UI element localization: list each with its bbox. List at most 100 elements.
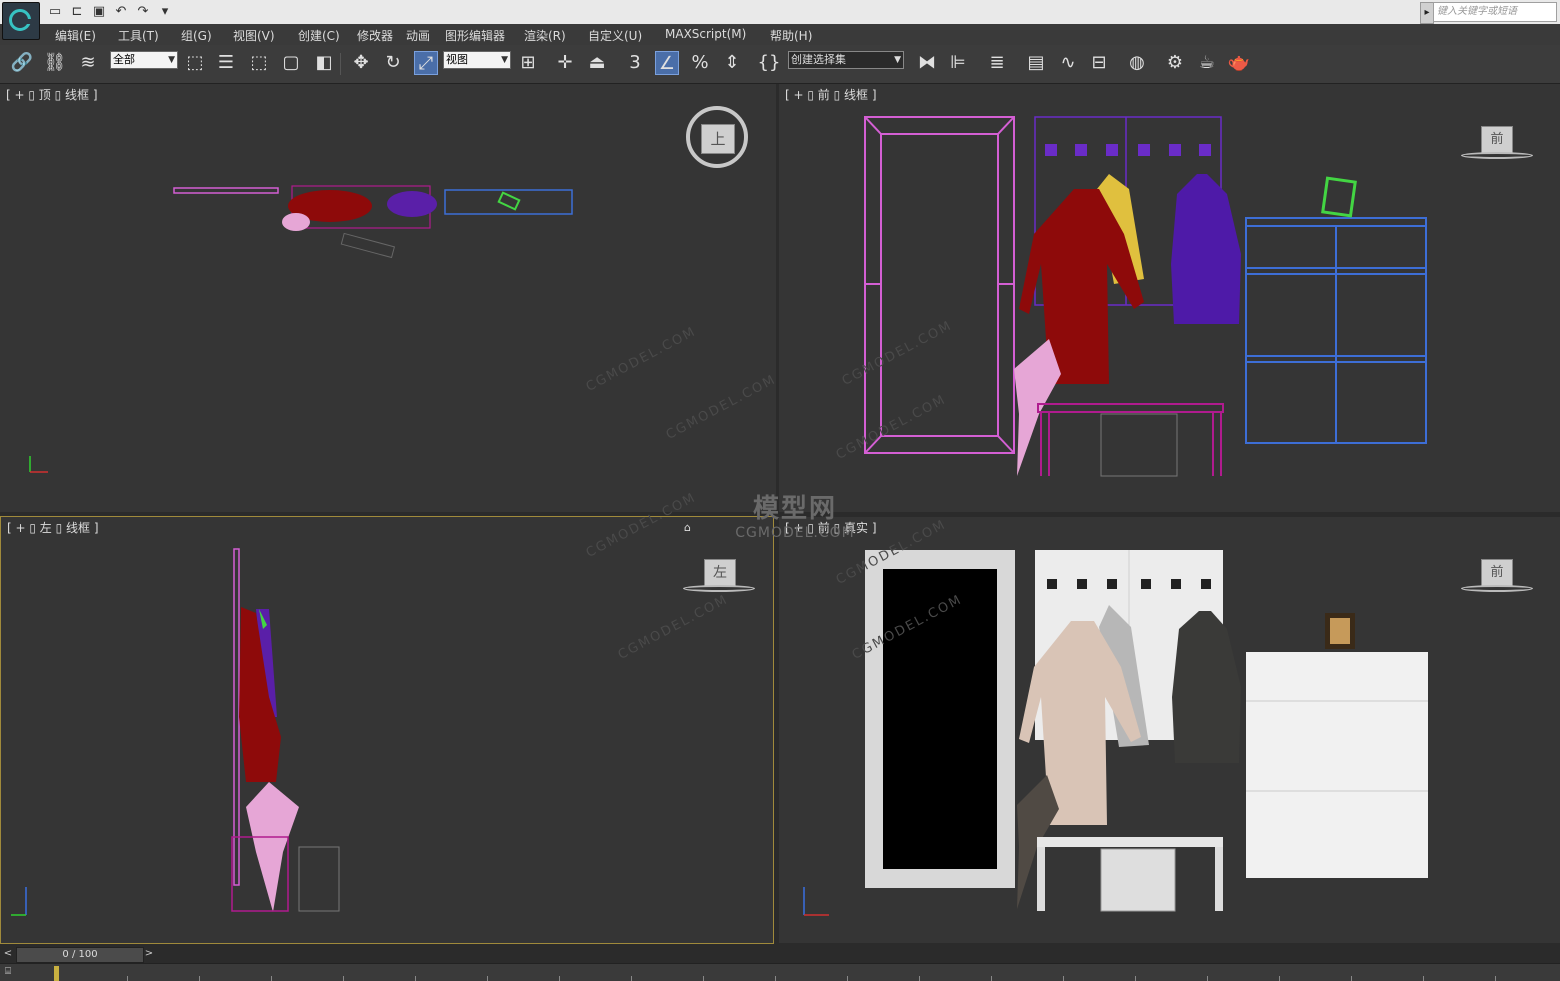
unlink-icon[interactable]: ⛓ [43,51,67,75]
app-logo-icon[interactable] [2,2,40,40]
snaps-toggle-icon[interactable]: 3 [623,51,647,75]
top-cabinet-wire [444,189,573,215]
time-prev-icon[interactable]: < [2,947,14,961]
search-expand-icon[interactable]: ▸ [1420,2,1434,24]
viewport-left[interactable]: [ + ▯ 左 ▯ 线框 ] 左 ⌂ [0,516,774,944]
select-manipulate-icon[interactable]: ✛ [553,51,577,75]
angle-snap-icon[interactable]: ∠ [655,51,679,75]
select-and-move-toggle-icon[interactable]: ◧ [312,51,336,75]
watermark-logo: 模型网 CGMODEL.COM [730,438,860,541]
schematic-view-icon[interactable]: ⊟ [1087,51,1111,75]
top-umbrella-pink [282,213,310,231]
menu-maxscript[interactable]: MAXScript(M) [665,27,746,41]
select-and-move-icon[interactable]: ✥ [349,51,373,75]
layer-manager-icon[interactable]: ≣ [985,51,1009,75]
viewcube-realistic[interactable]: 前 [1481,559,1513,587]
select-object-icon[interactable]: ⬚ [183,51,207,75]
selection-filter-dropdown[interactable]: 全部 ▼ [110,51,178,69]
select-by-name-icon[interactable]: ☰ [214,51,238,75]
top-bag-wire [340,232,396,259]
real-mirror-glass [883,569,997,869]
spinner-snap-icon[interactable]: ⇕ [720,51,744,75]
time-next-icon[interactable]: > [143,947,155,961]
curve-editor-icon[interactable]: ∿ [1056,51,1080,75]
menu-modifiers[interactable]: 修改器 [357,27,393,44]
percent-snap-icon[interactable]: % [688,51,712,75]
viewcube-realistic-ring[interactable] [1461,585,1533,592]
undo-icon[interactable]: ↶ [112,3,130,21]
render-production-icon[interactable]: 🫖 [1227,51,1251,75]
open-file-icon[interactable]: ⊏ [68,3,86,21]
pivot-center-icon[interactable]: ⊞ [516,51,540,75]
window-crossing-icon[interactable]: ▢ [279,51,303,75]
save-icon[interactable]: ▣ [90,3,108,21]
viewcube-left-ring[interactable] [683,585,755,592]
front-bench-wire [1037,403,1224,476]
front-bag-wire [1100,413,1178,477]
menu-animation[interactable]: 动画 [406,27,430,44]
viewcube-left[interactable]: 左 [704,559,736,587]
menu-bar: 编辑(E) 工具(T) 组(G) 视图(V) 创建(C) 修改器 动画 图形编辑… [0,24,1560,45]
select-and-rotate-icon[interactable]: ↻ [381,51,405,75]
left-mirror-wire [233,548,240,886]
link-icon[interactable]: 🔗 [10,51,34,75]
watermark-logo-cn: 模型网 [752,494,837,524]
edit-named-selection-icon[interactable]: {} [757,51,781,75]
new-file-icon[interactable]: ▭ [46,3,64,21]
menu-views[interactable]: 视图(V) [233,27,275,44]
title-bar: ▭ ⊏ ▣ ↶ ↷ ▾ ▸ 键入关键字或短语 [0,0,1560,25]
menu-help[interactable]: 帮助(H) [770,27,812,44]
rendered-frame-window-icon[interactable]: ☕ [1195,51,1219,75]
reference-coordinate-dropdown[interactable]: 视图 ▼ [443,51,511,69]
qat-dropdown-icon[interactable]: ▾ [156,3,174,21]
viewport-front[interactable]: [ + ▯ 前 ▯ 线框 ] 前 [779,84,1560,512]
menu-rendering[interactable]: 渲染(R) [524,27,566,44]
timeline-toggle-icon[interactable]: ⌸ [5,966,11,977]
viewcube-front[interactable]: 前 [1481,126,1513,154]
menu-graph-editors[interactable]: 图形编辑器 [445,27,505,44]
scene-explorer-icon[interactable]: ▤ [1024,51,1048,75]
time-slider-bar [0,945,1560,963]
viewcube-top[interactable]: 上 [701,124,735,154]
search-input[interactable]: 键入关键字或短语 [1433,2,1557,22]
front-frame-green [1321,176,1357,218]
rectangular-selection-icon[interactable]: ⬚ [247,51,271,75]
time-slider[interactable]: 0 / 100 [16,947,144,963]
watermark-logo-en: CGMODEL.COM [735,525,855,541]
front-coat-purple [1171,174,1241,324]
viewport-front-canvas [864,116,1427,477]
timeline-track[interactable]: ⌸ [0,963,1560,981]
top-frame-green [497,191,521,211]
menu-group[interactable]: 组(G) [181,27,212,44]
render-setup-icon[interactable]: ⚙ [1163,51,1187,75]
front-cabinet-wire [1245,217,1427,444]
bind-space-warp-icon[interactable]: ≋ [76,51,100,75]
mirror-icon[interactable]: ⧓ [915,51,939,75]
viewcube-home-icon[interactable]: ⌂ [684,521,691,534]
viewport-top[interactable]: [ + ▯ 顶 ▯ 线框 ] 上 [0,84,776,512]
top-coat-purple [387,191,437,217]
material-editor-icon[interactable]: ◍ [1125,51,1149,75]
menu-tools[interactable]: 工具(T) [118,27,159,44]
real-bench-top [1037,837,1223,847]
real-cabinet [1246,652,1428,878]
timeline-cursor[interactable] [54,966,59,981]
named-selection-dropdown[interactable]: 创建选择集 ▼ [788,51,904,69]
viewport-left-canvas [11,548,340,916]
viewcube-front-ring[interactable] [1461,152,1533,159]
front-hooks [1045,144,1211,156]
top-mirror-wire [173,187,279,194]
redo-icon[interactable]: ↷ [134,3,152,21]
left-bag-wire [298,846,340,912]
menu-create[interactable]: 创建(C) [298,27,340,44]
select-and-scale-icon[interactable]: ⤢ [414,51,438,75]
real-coat-dark [1172,611,1241,763]
menu-edit[interactable]: 编辑(E) [55,27,96,44]
quick-access-toolbar: ▭ ⊏ ▣ ↶ ↷ ▾ [46,3,174,21]
menu-customize[interactable]: 自定义(U) [588,27,642,44]
align-icon[interactable]: ⊫ [946,51,970,75]
keyboard-shortcut-override-icon[interactable]: ⏏ [585,51,609,75]
main-toolbar: 🔗 ⛓ ≋ 全部 ▼ ⬚ ☰ ⬚ ▢ ◧ ✥ ↻ ⤢ 视图 ▼ ⊞ ✛ ⏏ 3 ∠ … [0,45,1560,84]
viewport-realistic-canvas [803,550,1428,916]
viewport-realistic[interactable]: [ + ▯ 前 ▯ 真实 ] 前 [779,517,1560,943]
